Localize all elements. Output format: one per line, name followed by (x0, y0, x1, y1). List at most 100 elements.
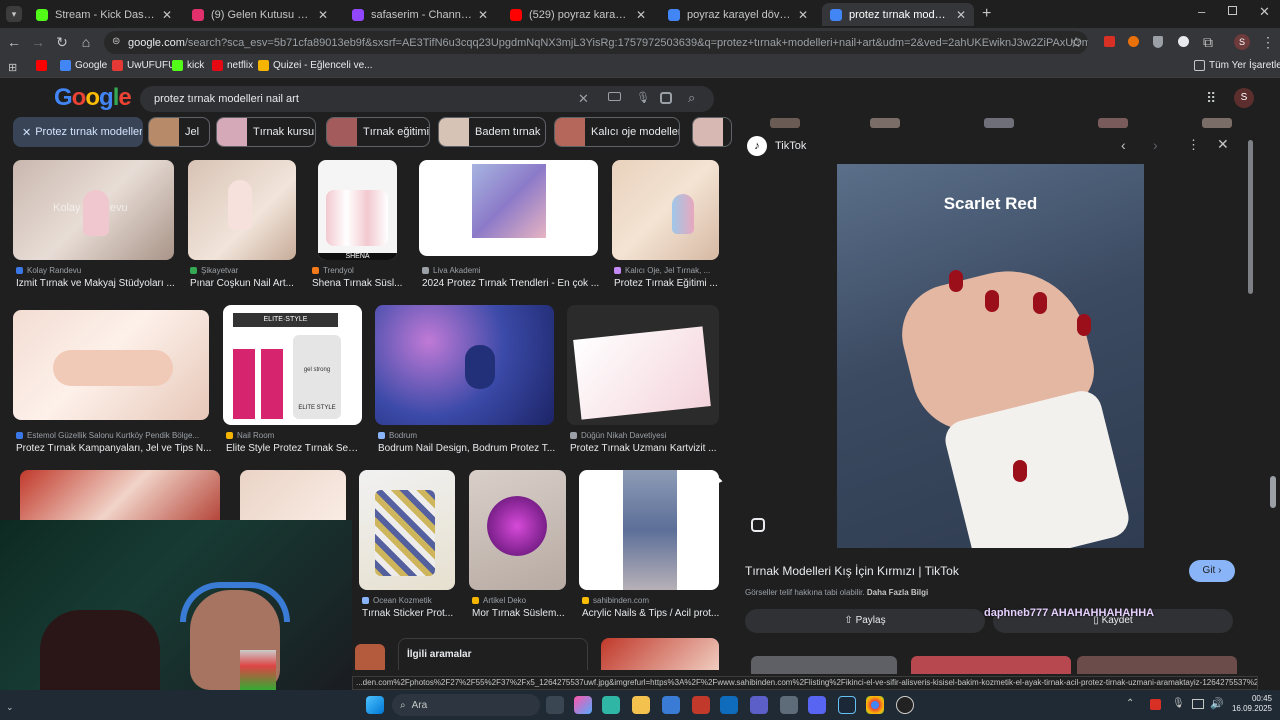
store-icon[interactable] (662, 696, 680, 714)
clock[interactable]: 00:45 16.09.2025 (1226, 694, 1272, 714)
result-image[interactable] (355, 644, 385, 670)
tray-chevron-icon[interactable]: ⌃ (1126, 698, 1134, 709)
site-info-icon[interactable]: ⊜ (112, 36, 120, 47)
browser-tab[interactable]: (529) poyraz karayel - YouTube ✕ (502, 3, 654, 26)
thumbnail[interactable] (1098, 118, 1128, 128)
close-window-button[interactable]: ✕ (1259, 4, 1270, 20)
result-title[interactable]: Bodrum Nail Design, Bodrum Protez T... (378, 443, 556, 454)
result-image[interactable] (469, 470, 566, 590)
share-button[interactable]: ⇧ Paylaş (745, 609, 985, 633)
tray-icon[interactable] (1150, 699, 1161, 710)
tab-close-icon[interactable]: ✕ (318, 8, 328, 22)
previous-icon[interactable]: ‹ (1121, 137, 1126, 153)
result-image[interactable]: Kolay Randevu (13, 160, 174, 260)
result-title[interactable]: Tırnak Sticker Prot... (362, 608, 456, 619)
tab-close-icon[interactable]: ✕ (636, 8, 646, 22)
bookmark-star-icon[interactable]: ☆ (1068, 34, 1084, 51)
result-title[interactable]: Shena Tırnak Süsl... (312, 278, 408, 289)
extension-icon[interactable] (1104, 36, 1115, 47)
file-explorer-icon[interactable] (632, 696, 650, 714)
result-image[interactable] (567, 305, 719, 425)
result-title[interactable]: Mor Tırnak Süslem... (472, 608, 568, 619)
microphone-tray-icon[interactable]: 🎙 (1172, 698, 1185, 709)
extension-icon[interactable] (1128, 36, 1139, 47)
browser-tab[interactable]: safaserim - Channel Streams o ✕ (344, 3, 496, 26)
tab-close-icon[interactable]: ✕ (956, 8, 966, 22)
filter-chip[interactable]: Jel (148, 117, 210, 147)
browser-tab[interactable]: poyraz karayel dövme - Google ✕ (660, 3, 816, 26)
thumbnail[interactable] (870, 118, 900, 128)
minimize-button[interactable]: – (1198, 4, 1205, 19)
tab-search-icon[interactable]: ▾ (6, 6, 22, 22)
bookmark-item[interactable]: netflix (212, 60, 253, 71)
steam-icon[interactable] (838, 696, 856, 714)
tab-close-icon[interactable]: ✕ (798, 8, 808, 22)
google-account-avatar[interactable]: S (1234, 88, 1254, 108)
thumbnail[interactable] (984, 118, 1014, 128)
thumbnail[interactable] (1202, 118, 1232, 128)
result-image[interactable] (375, 305, 554, 425)
result-image[interactable] (579, 470, 719, 590)
lens-icon[interactable] (660, 92, 672, 104)
widgets-icon[interactable]: ⌄ (6, 702, 14, 713)
filter-chip[interactable]: Badem tırnak (438, 117, 546, 147)
keyboard-icon[interactable] (608, 92, 621, 101)
browser-tab[interactable]: (9) Gelen Kutusu • Sohbetler ✕ (184, 3, 336, 26)
filter-chip[interactable]: Tırnak kursu (216, 117, 316, 147)
restore-button[interactable] (1228, 6, 1237, 15)
result-image[interactable] (419, 160, 598, 256)
edge-icon[interactable] (602, 696, 620, 714)
bookmark-item[interactable]: UwUFUFU (112, 60, 175, 71)
result-image[interactable] (601, 638, 719, 670)
related-thumbnail[interactable] (751, 656, 897, 674)
new-tab-button[interactable]: + (982, 5, 991, 23)
address-bar[interactable]: ⊜ google.com/search?sca_esv=5b71cfa89013… (104, 31, 1088, 54)
result-title[interactable]: Protez Tırnak Uzmanı Kartvizit ... (570, 443, 720, 454)
result-title[interactable]: Elite Style Protez Tırnak Seti... (226, 443, 360, 454)
google-logo[interactable]: Google (54, 84, 132, 112)
task-view-icon[interactable] (546, 696, 564, 714)
result-title[interactable]: Pınar Coşkun Nail Art... (190, 278, 302, 289)
result-image[interactable]: ELITE·STYLE gel strong ELITE STYLE (223, 305, 362, 425)
result-title[interactable]: İzmit Tırnak ve Makyaj Stüdyoları ... (16, 278, 176, 289)
obs-icon[interactable] (896, 696, 914, 714)
result-title[interactable]: Protez Tırnak Kampanyaları, Jel ve Tips … (16, 443, 212, 454)
result-image[interactable] (188, 160, 296, 260)
tab-close-icon[interactable]: ✕ (478, 8, 488, 22)
panel-site-name[interactable]: TikTok (775, 140, 806, 152)
app-icon[interactable] (780, 696, 798, 714)
bookmark-item[interactable]: Google (60, 60, 107, 71)
puzzle-icon[interactable]: ⧉ (1200, 34, 1216, 51)
bookmark-item[interactable] (36, 60, 51, 71)
search-icon[interactable]: ⌕ (688, 90, 695, 106)
chrome-menu-icon[interactable]: ⋮ (1260, 34, 1276, 51)
close-panel-icon[interactable]: ✕ (1217, 136, 1229, 153)
network-icon[interactable] (1192, 699, 1204, 709)
shield-icon[interactable] (1153, 36, 1163, 48)
all-bookmarks[interactable]: Tüm Yer İşaretleri (1194, 60, 1280, 71)
related-thumbnail[interactable] (911, 656, 1071, 674)
go-button[interactable]: Git › (1189, 560, 1235, 582)
home-icon[interactable]: ⌂ (78, 34, 94, 50)
windows-start-icon[interactable] (366, 696, 384, 714)
discord-icon[interactable] (808, 696, 826, 714)
next-icon[interactable]: › (1153, 137, 1158, 153)
profile-avatar[interactable]: S (1234, 34, 1250, 50)
page-scrollbar[interactable] (1270, 476, 1276, 508)
more-info-link[interactable]: Daha Fazla Bilgi (867, 588, 928, 597)
filter-chip[interactable]: ✕ Protez tırnak modelleri (13, 117, 143, 147)
more-options-icon[interactable]: ⋮ (1187, 137, 1200, 153)
related-thumbnail[interactable] (1077, 656, 1237, 674)
forward-icon[interactable]: → (30, 34, 46, 50)
panel-scrollbar[interactable] (1248, 140, 1253, 294)
result-image[interactable]: SHENA (318, 160, 397, 260)
result-image[interactable] (13, 310, 209, 420)
bookmark-item[interactable]: Quizei - Eğlenceli ve... (258, 60, 373, 71)
result-title[interactable]: Acrylic Nails & Tips / Acil prot... (582, 608, 720, 619)
clear-icon[interactable]: ✕ (578, 91, 589, 107)
browser-tab[interactable]: protez tırnak modelleri nail art ✕ (822, 3, 974, 26)
tab-close-icon[interactable]: ✕ (162, 8, 172, 22)
result-title[interactable]: 2024 Protez Tırnak Trendleri - En çok ..… (422, 278, 602, 289)
volume-icon[interactable]: 🔊 (1210, 697, 1224, 710)
bookmark-item[interactable]: kick (172, 60, 204, 71)
